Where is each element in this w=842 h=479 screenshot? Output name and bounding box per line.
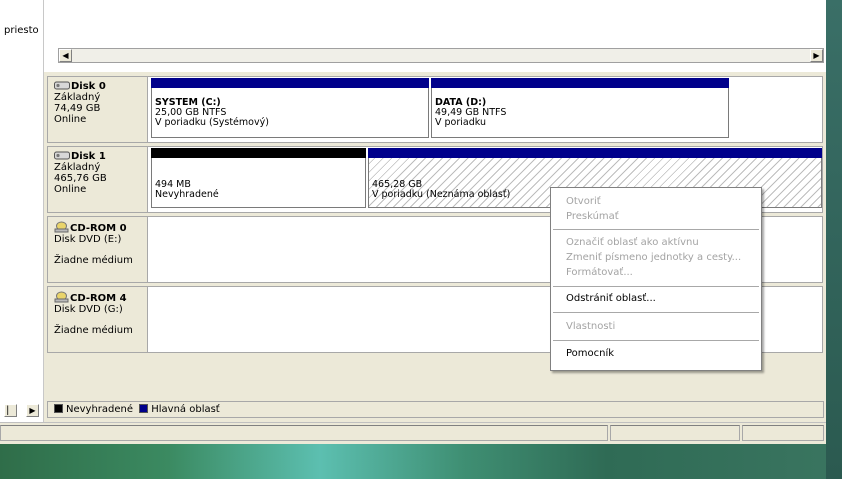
- status-cell: [742, 425, 824, 441]
- disk-status: Žiadne médium: [54, 325, 133, 336]
- disk-name: Disk 0: [71, 81, 106, 92]
- disk-size: 74,49 GB: [54, 103, 101, 114]
- desktop-strip: [826, 0, 842, 479]
- scroll-left-arrow-icon[interactable]: ◀: [59, 49, 72, 62]
- menu-separator: [553, 340, 759, 341]
- status-cell: [0, 425, 608, 441]
- menu-item-help[interactable]: Pomocník: [551, 346, 761, 361]
- disk-row: Disk 0 Základný 74,49 GB Online SYSTEM (…: [47, 76, 823, 143]
- hard-disk-icon: [54, 151, 70, 160]
- partition-unallocated[interactable]: 494 MB Nevyhradené: [151, 148, 366, 208]
- horizontal-scrollbar[interactable]: ◀ ▶: [58, 48, 824, 63]
- disk-status: Žiadne médium: [54, 255, 133, 266]
- console-tree-pane: priesto ▏ ▶: [0, 0, 44, 443]
- disk-type: Základný: [54, 92, 101, 103]
- menu-separator: [553, 229, 759, 230]
- menu-item-change-letter[interactable]: Zmeniť písmeno jednotky a cesty...: [551, 250, 761, 265]
- unallocated-swatch: [54, 404, 63, 413]
- legend-primary: Hlavná oblasť: [151, 404, 220, 415]
- menu-item-delete[interactable]: Odstrániť oblasť...: [551, 291, 761, 306]
- disk-status: Online: [54, 184, 87, 195]
- disk-type: Disk DVD (G:): [54, 304, 123, 315]
- status-bar: [0, 422, 826, 444]
- disk-info[interactable]: Disk 0 Základný 74,49 GB Online: [48, 77, 148, 142]
- disk-name: CD-ROM 0: [70, 223, 127, 234]
- partition-system[interactable]: SYSTEM (C:) 25,00 GB NTFS V poriadku (Sy…: [151, 78, 429, 138]
- disk-info[interactable]: CD-ROM 4 Disk DVD (G:) Žiadne médium: [48, 287, 148, 352]
- menu-item-format[interactable]: Formátovať...: [551, 265, 761, 280]
- primary-bar: [151, 78, 429, 88]
- left-scrollbar[interactable]: ▏ ▶: [4, 404, 42, 417]
- disk-status: Online: [54, 114, 87, 125]
- partition-state: V poriadku: [435, 117, 486, 128]
- context-menu: Otvoriť Preskúmať Označiť oblasť ako akt…: [550, 187, 762, 371]
- disk-info[interactable]: Disk 1 Základný 465,76 GB Online: [48, 147, 148, 212]
- menu-item-explore[interactable]: Preskúmať: [551, 209, 761, 224]
- legend-bar: Nevyhradené Hlavná oblasť: [47, 401, 824, 418]
- menu-item-properties[interactable]: Vlastnosti: [551, 319, 761, 334]
- primary-swatch: [139, 404, 149, 413]
- desktop-background: [0, 443, 842, 479]
- primary-bar: [368, 148, 822, 158]
- disk-type: Základný: [54, 162, 101, 173]
- menu-item-mark-active[interactable]: Označiť oblasť ako aktívnu: [551, 235, 761, 250]
- partition-data[interactable]: DATA (D:) 49,49 GB NTFS V poriadku: [431, 78, 729, 138]
- partition-state: Nevyhradené: [155, 189, 219, 200]
- scroll-left-icon[interactable]: ▏: [4, 404, 17, 417]
- hard-disk-icon: [54, 81, 70, 90]
- menu-item-open[interactable]: Otvoriť: [551, 194, 761, 209]
- disk-type: Disk DVD (E:): [54, 234, 122, 245]
- disk-name: Disk 1: [71, 151, 106, 162]
- menu-separator: [553, 286, 759, 287]
- unallocated-bar: [151, 148, 366, 158]
- legend-unallocated: Nevyhradené: [66, 404, 134, 415]
- disk-name: CD-ROM 4: [70, 293, 127, 304]
- cd-drive-icon: [54, 291, 69, 303]
- disk-info[interactable]: CD-ROM 0 Disk DVD (E:) Žiadne médium: [48, 217, 148, 282]
- menu-separator: [553, 312, 759, 313]
- status-cell: [610, 425, 740, 441]
- scroll-right-arrow-icon[interactable]: ▶: [810, 49, 823, 62]
- disk-size: 465,76 GB: [54, 173, 107, 184]
- tree-label: priesto: [4, 25, 39, 36]
- partition-state: V poriadku (Systémový): [155, 117, 269, 128]
- cd-drive-icon: [54, 221, 69, 233]
- primary-bar: [431, 78, 729, 88]
- scroll-right-icon[interactable]: ▶: [26, 404, 39, 417]
